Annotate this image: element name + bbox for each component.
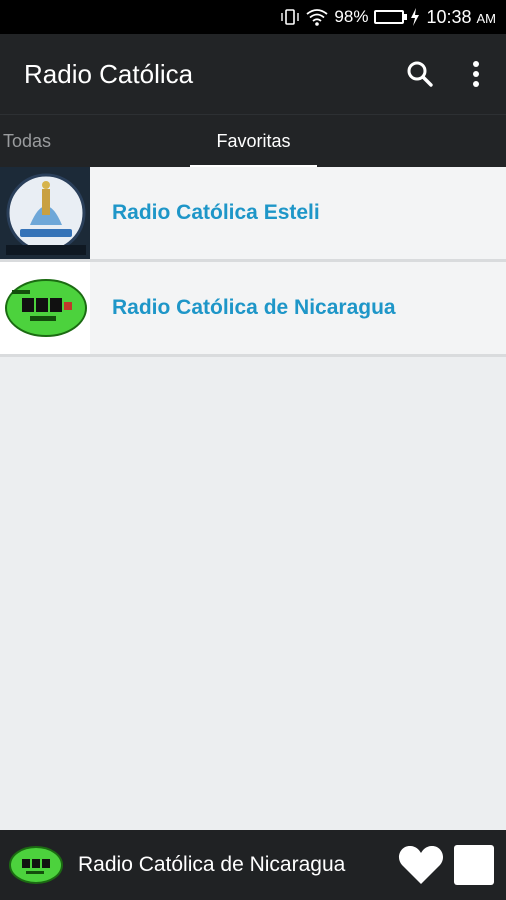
tab-bar: Todas Favoritas: [0, 114, 506, 169]
search-icon: [407, 61, 433, 87]
tab-todas[interactable]: Todas: [0, 115, 102, 168]
app-bar: Radio Católica: [0, 34, 506, 114]
wifi-icon: [306, 8, 328, 26]
favorite-button[interactable]: [396, 840, 446, 890]
player-station-logo: [8, 845, 64, 885]
clock-ampm: AM: [476, 10, 497, 26]
heart-icon: [398, 845, 444, 884]
station-name: Radio Católica de Nicaragua: [112, 296, 396, 319]
list-item[interactable]: Radio Católica Esteli: [0, 167, 506, 262]
station-list: Radio Católica Esteli Radio Católica de …: [0, 167, 506, 357]
tab-favoritas[interactable]: Favoritas: [190, 115, 317, 168]
clock: 10:38 AM: [426, 7, 496, 28]
station-logo-nicaragua: [0, 262, 90, 354]
list-item[interactable]: Radio Católica de Nicaragua: [0, 262, 506, 357]
stop-button[interactable]: [454, 845, 494, 885]
more-vert-icon: [473, 61, 479, 87]
battery-percent: 98%: [334, 7, 369, 26]
station-name: Radio Católica Esteli: [112, 201, 320, 224]
search-button[interactable]: [398, 52, 442, 96]
clock-time: 10:38: [426, 6, 472, 27]
station-logo-esteli: [0, 167, 90, 259]
more-options-button[interactable]: [454, 52, 498, 96]
app-title: Radio Católica: [24, 58, 194, 89]
battery-icon: [374, 10, 408, 24]
now-playing-title: Radio Católica de Nicaragua: [78, 853, 346, 876]
player-bar: Radio Católica de Nicaragua: [0, 830, 506, 900]
charging-icon: [410, 8, 420, 26]
status-bar: 98% 10:38 AM: [0, 0, 506, 34]
vibrate-icon: [280, 8, 300, 26]
